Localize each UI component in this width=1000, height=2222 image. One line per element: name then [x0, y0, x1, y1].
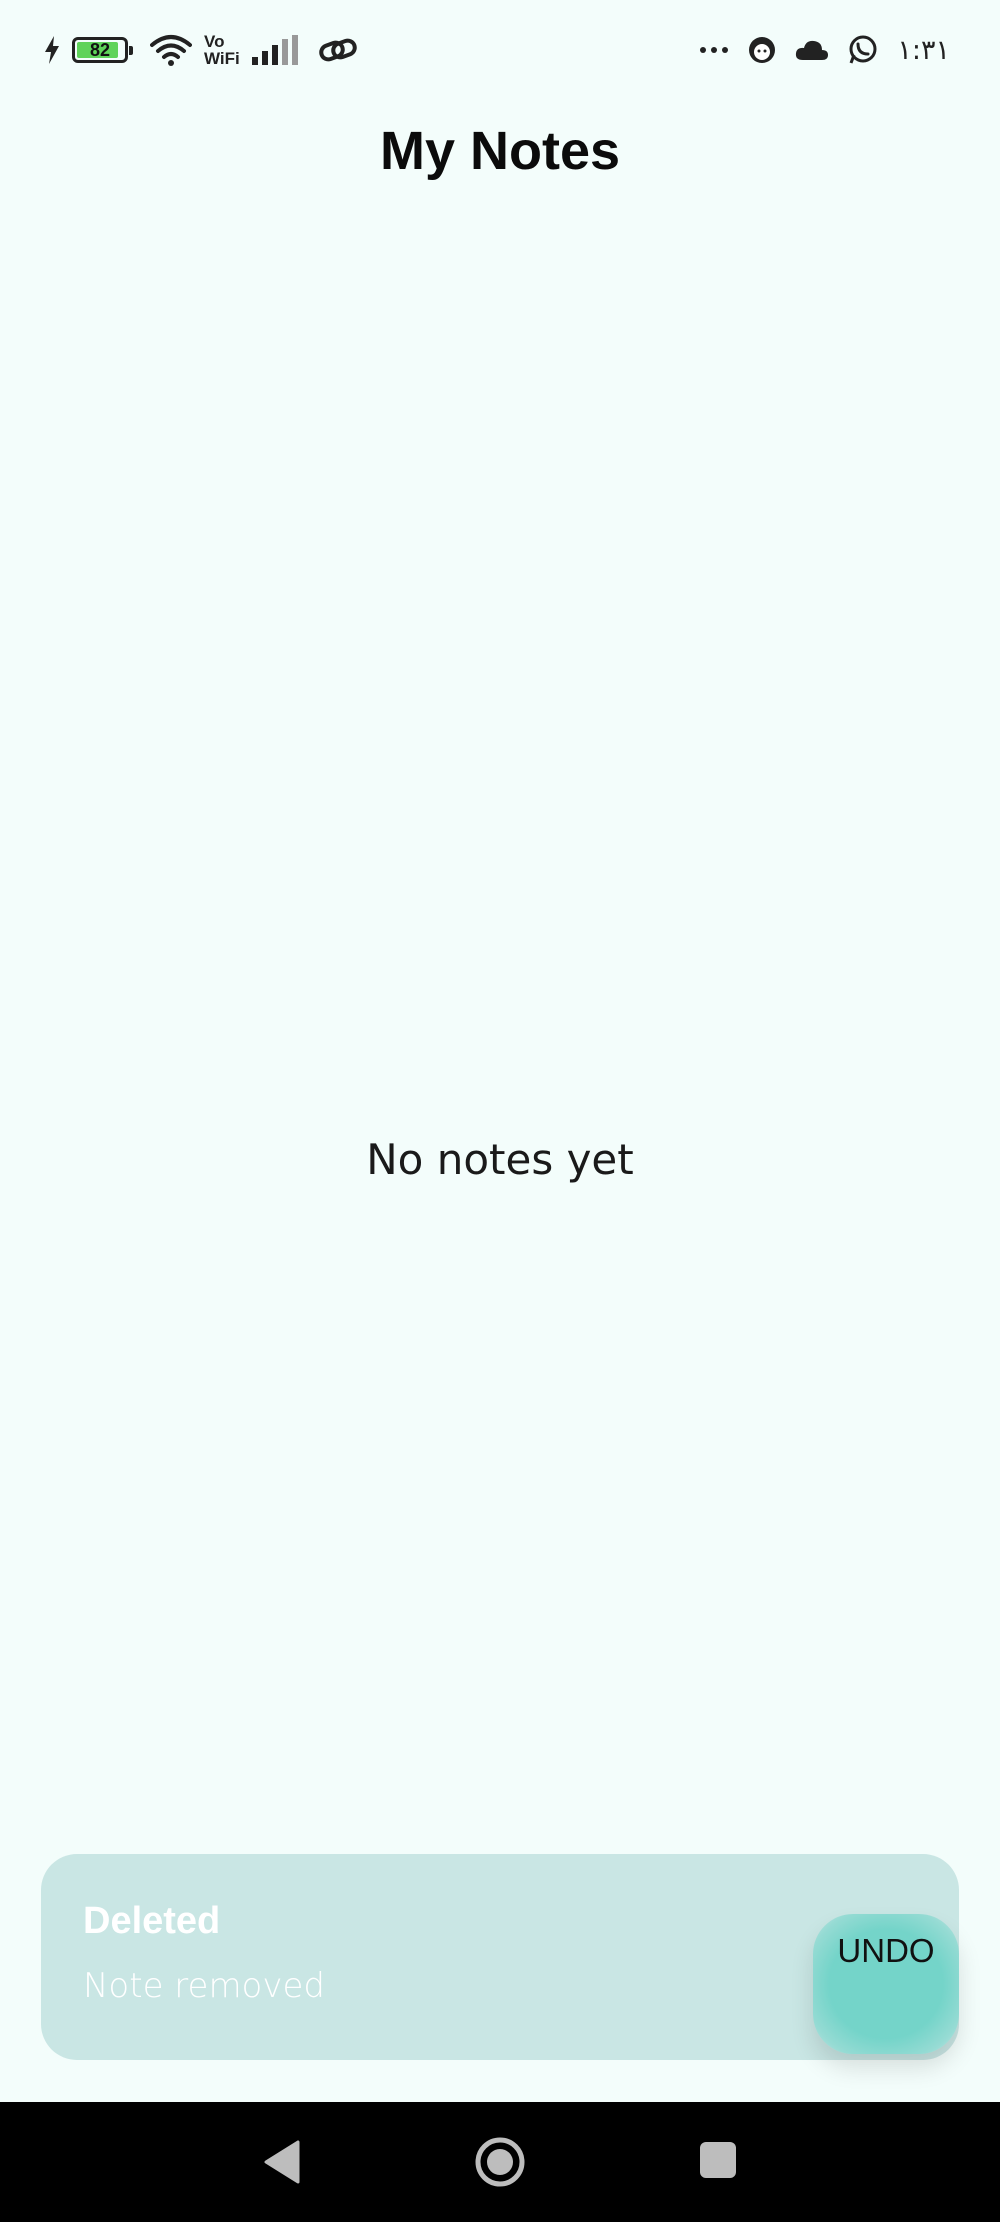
status-bar: 82 Vo WiFi ١:٣١ — [0, 0, 1000, 100]
vowifi-indicator: Vo WiFi — [204, 32, 240, 68]
home-icon[interactable] — [474, 2136, 526, 2188]
empty-state-message: No notes yet — [366, 1135, 634, 1184]
link-icon — [318, 38, 357, 62]
battery-level: 82 — [89, 39, 111, 60]
page-title: My Notes — [379, 121, 621, 181]
navigation-bar — [0, 2102, 1000, 2222]
cloud-icon — [796, 40, 829, 60]
whatsapp-icon — [849, 35, 877, 64]
snackbar: Deleted Note removed UNDO — [41, 1854, 959, 2060]
charging-icon — [45, 36, 59, 64]
undo-button[interactable]: UNDO — [813, 1914, 959, 2054]
avatar-app-icon — [749, 37, 776, 63]
more-icon — [700, 47, 729, 53]
battery-icon: 82 — [72, 37, 133, 63]
signal-icon — [251, 35, 298, 65]
back-icon[interactable] — [262, 2140, 302, 2184]
snackbar-message: Note removed — [83, 1966, 325, 2006]
snackbar-title: Deleted — [83, 1900, 221, 1942]
recent-apps-icon[interactable] — [700, 2142, 736, 2178]
wifi-icon — [150, 35, 192, 66]
clock: ١:٣١ — [897, 34, 950, 66]
